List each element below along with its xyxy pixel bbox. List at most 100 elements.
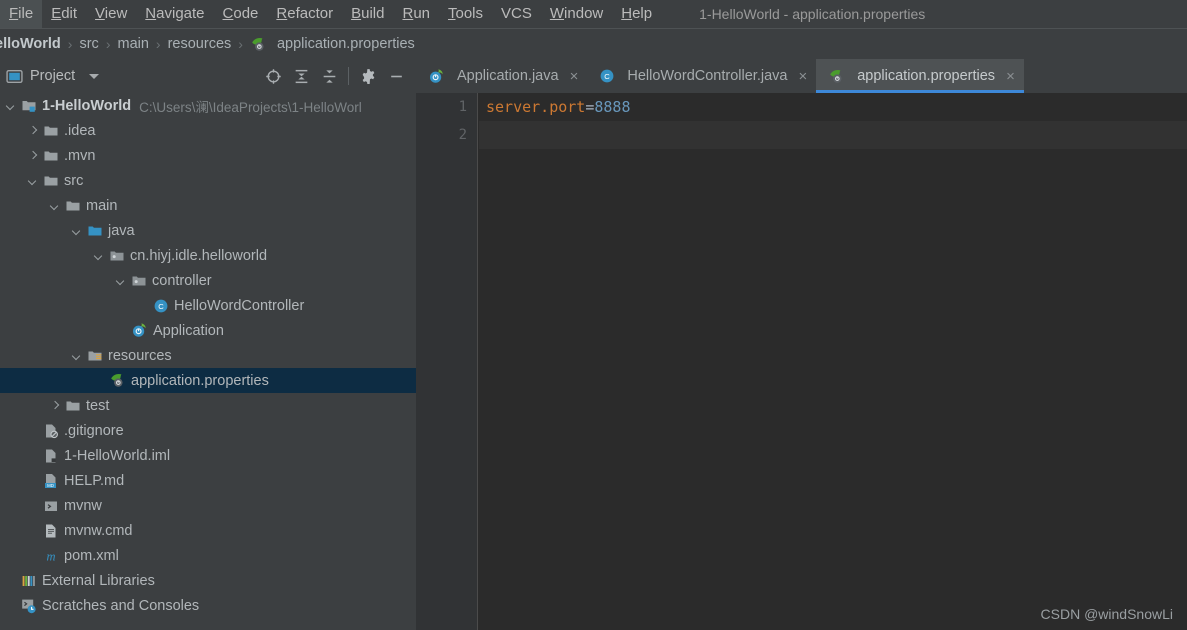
tree-node-application[interactable]: Application (0, 318, 416, 343)
project-tree[interactable]: 1-HelloWorld C:\Users\澜\IdeaProjects\1-He… (0, 93, 416, 630)
menu-item-view[interactable]: View (86, 0, 136, 28)
tree-node-label: mvnw (64, 497, 102, 514)
chevron-down-icon[interactable] (71, 349, 84, 362)
project-panel-title: Project (30, 68, 76, 84)
chevron-down-icon[interactable] (49, 199, 62, 212)
tree-node-java[interactable]: java (0, 218, 416, 243)
menu-item-tools[interactable]: Tools (439, 0, 492, 28)
tree-node-controller[interactable]: controller (0, 268, 416, 293)
tree-node-label: test (86, 397, 110, 414)
chevron-right-icon[interactable] (27, 124, 40, 137)
menu-item-code[interactable]: Code (214, 0, 268, 28)
tree-node-.idea[interactable]: .idea (0, 118, 416, 143)
code-line[interactable]: server.port=8888 (479, 93, 1187, 121)
spring-leaf-icon (109, 372, 126, 389)
tree-node-pom.xml[interactable]: m pom.xml (0, 543, 416, 568)
tree-node-1-helloworld[interactable]: 1-HelloWorld C:\Users\澜\IdeaProjects\1-He… (0, 93, 416, 118)
locate-icon[interactable] (259, 62, 287, 90)
tree-node-help.md[interactable]: MD HELP.md (0, 468, 416, 493)
java-class-icon: C (599, 68, 615, 84)
menu-item-build[interactable]: Build (342, 0, 393, 28)
menu-item-run[interactable]: Run (393, 0, 439, 28)
tree-node-label: .idea (64, 122, 96, 139)
breadcrumb-item-application-properties[interactable]: application.properties (250, 36, 415, 53)
menu-item-navigate[interactable]: Navigate (136, 0, 213, 28)
code-line[interactable] (479, 121, 1187, 149)
breadcrumb-item-elloworld[interactable]: elloWorld (0, 36, 61, 52)
tree-node-.gitignore[interactable]: .gitignore (0, 418, 416, 443)
tree-arrow-spacer (137, 299, 150, 312)
breadcrumb-item-resources[interactable]: resources (168, 36, 232, 52)
svg-text:m: m (46, 549, 55, 563)
chevron-down-icon[interactable] (93, 249, 106, 262)
menu-item-refactor[interactable]: Refactor (267, 0, 342, 28)
tree-node-application.properties[interactable]: application.properties (0, 368, 416, 393)
folder-icon (43, 148, 59, 164)
close-icon[interactable]: × (798, 69, 807, 84)
close-icon[interactable]: × (570, 69, 579, 84)
tree-node-mvnw[interactable]: mvnw (0, 493, 416, 518)
chevron-down-icon[interactable] (115, 274, 128, 287)
breadcrumb-separator: › (67, 36, 73, 52)
menu-item-file[interactable]: File (0, 0, 43, 28)
breadcrumb-separator: › (238, 36, 243, 52)
tree-node-label: .mvn (64, 147, 96, 164)
chevron-right-icon[interactable] (49, 399, 62, 412)
editor-tab-application.java[interactable]: Application.java × (416, 59, 587, 93)
editor-gutter[interactable]: 12 (416, 93, 478, 630)
breadcrumb-label: resources (167, 36, 232, 52)
watermark: CSDN @windSnowLi (1040, 606, 1173, 622)
editor-tab-hellowordcontroller.java[interactable]: C HelloWordController.java × (587, 59, 816, 93)
chevron-right-icon[interactable] (27, 149, 40, 162)
line-number: 1 (458, 99, 467, 115)
breadcrumb-label: elloWorld (0, 36, 61, 52)
tree-node-test[interactable]: test (0, 393, 416, 418)
breadcrumb: elloWorld › src › main › resources › application… (0, 28, 1187, 59)
tree-node-mvnw.cmd[interactable]: mvnw.cmd (0, 518, 416, 543)
tree-node-label: HelloWordController (174, 297, 305, 314)
editor-tab-application.properties[interactable]: application.properties × (816, 59, 1024, 93)
collapse-all-icon[interactable] (315, 62, 343, 90)
close-icon[interactable]: × (1006, 69, 1015, 84)
window-title: 1-HelloWorld - application.properties (699, 6, 926, 22)
breadcrumb-label: src (79, 36, 99, 52)
menu-bar: File Edit View Navigate Code Refactor Build Run… (0, 0, 1187, 28)
expand-all-icon[interactable] (287, 62, 315, 90)
tree-node-src[interactable]: src (0, 168, 416, 193)
tree-node-label: java (108, 222, 135, 239)
project-panel-header: Project (0, 59, 416, 93)
tree-node-label: 1-HelloWorld.iml (64, 447, 171, 464)
tree-arrow-spacer (115, 324, 128, 337)
folder-icon (43, 123, 59, 139)
tree-node-resources[interactable]: resources (0, 343, 416, 368)
tree-node-scratches-and-consoles[interactable]: Scratches and Consoles (0, 593, 416, 618)
menu-item-window[interactable]: Window (541, 0, 612, 28)
tree-node-label: mvnw.cmd (64, 522, 133, 539)
tree-node-1-helloworld.iml[interactable]: 1-HelloWorld.iml (0, 443, 416, 468)
breadcrumb-item-src[interactable]: src (79, 36, 98, 52)
menu-item-edit[interactable]: Edit (42, 0, 86, 28)
tree-node-.mvn[interactable]: .mvn (0, 143, 416, 168)
tree-node-external-libraries[interactable]: External Libraries (0, 568, 416, 593)
java-class-icon: C (153, 298, 169, 314)
menu-item-vcs[interactable]: VCS (492, 0, 541, 28)
spring-leaf-icon (828, 68, 845, 85)
tree-node-main[interactable]: main (0, 193, 416, 218)
tree-node-hellowordcontroller[interactable]: C HelloWordController (0, 293, 416, 318)
libraries-icon (21, 573, 37, 589)
spring-boot-run-icon (428, 68, 445, 85)
chevron-down-icon[interactable] (89, 73, 100, 79)
breadcrumb-separator: › (155, 36, 161, 52)
editor-code-area[interactable]: server.port=8888 (479, 93, 1187, 630)
menu-item-help[interactable]: Help (612, 0, 661, 28)
gear-icon[interactable] (354, 62, 382, 90)
chevron-down-icon[interactable] (5, 99, 18, 112)
chevron-down-icon[interactable] (71, 224, 84, 237)
code-editor[interactable]: 12 server.port=8888 CSDN @windSnowLi (416, 93, 1187, 630)
chevron-down-icon[interactable] (27, 174, 40, 187)
tree-node-cn.hiyj.idle.helloworld[interactable]: cn.hiyj.idle.helloworld (0, 243, 416, 268)
breadcrumb-item-main[interactable]: main (117, 36, 148, 52)
minimize-icon[interactable] (382, 62, 410, 90)
tree-node-label: pom.xml (64, 547, 119, 564)
svg-text:C: C (605, 72, 611, 81)
